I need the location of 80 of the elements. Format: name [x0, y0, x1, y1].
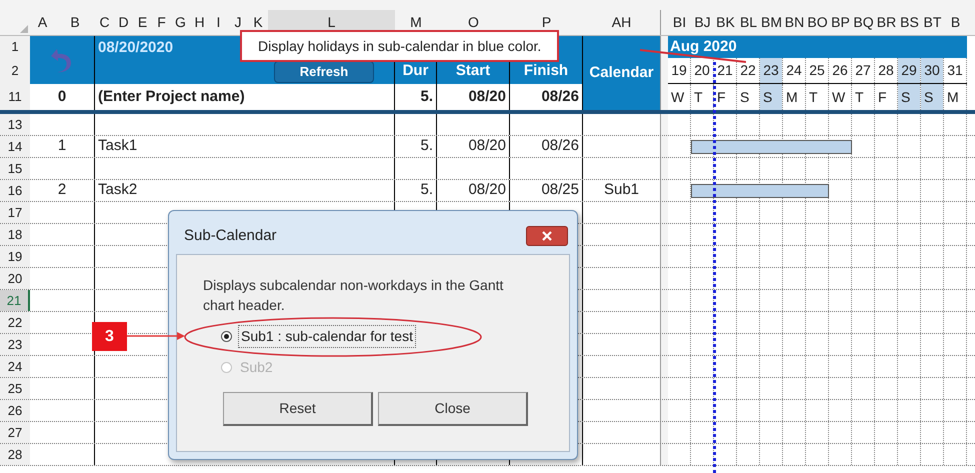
close-button[interactable]	[526, 226, 568, 246]
table-cell-text: 08/20	[468, 180, 506, 200]
row-header[interactable]: 28	[0, 444, 30, 465]
weekday-cell: S	[921, 84, 943, 110]
column-header[interactable]: BQ	[852, 10, 875, 35]
row-header[interactable]: 13	[0, 114, 30, 135]
row-header[interactable]: 21	[0, 290, 30, 311]
row-header[interactable]: 24	[0, 356, 30, 377]
radio-button[interactable]	[221, 331, 232, 342]
row-header[interactable]: 18	[0, 224, 30, 245]
row-header[interactable]: 1	[0, 36, 30, 58]
row-header[interactable]: 11	[0, 84, 30, 110]
header-cell: Finish	[510, 58, 582, 84]
refresh-button[interactable]: Refresh	[274, 61, 374, 83]
row-header[interactable]: 19	[0, 246, 30, 267]
dialog-button[interactable]: Reset	[223, 392, 373, 426]
table-cell-text: Sub1	[604, 180, 640, 200]
table-cell-text: 08/20	[468, 136, 506, 156]
column-header[interactable]: BS	[898, 10, 921, 35]
column-header[interactable]: I	[209, 10, 228, 35]
dialog-button[interactable]: Close	[378, 392, 528, 426]
row-header[interactable]: 22	[0, 312, 30, 333]
table-cell-text: 1	[58, 136, 66, 156]
row-header[interactable]: 25	[0, 378, 30, 399]
column-header[interactable]: BJ	[691, 10, 714, 35]
column-header[interactable]: G	[171, 10, 190, 35]
date-cell: 29	[898, 58, 920, 83]
column-header[interactable]: H	[190, 10, 209, 35]
close-icon	[542, 231, 552, 241]
column-header[interactable]: BM	[760, 10, 783, 35]
column-header[interactable]: AH	[583, 10, 660, 35]
select-all-corner-icon[interactable]	[20, 25, 28, 33]
table-cell-text: 5.	[420, 136, 433, 156]
column-header[interactable]: BO	[806, 10, 829, 35]
column-header[interactable]: BT	[921, 10, 944, 35]
column-header[interactable]: D	[114, 10, 133, 35]
step-badge: 3	[92, 322, 127, 351]
table-cell-text: Task1	[98, 136, 138, 156]
column-header[interactable]: BP	[829, 10, 852, 35]
row-header[interactable]: 15	[0, 158, 30, 179]
column-header[interactable]: BR	[875, 10, 898, 35]
column-header[interactable]: B	[944, 10, 967, 35]
table-cell-text: 08/20	[467, 86, 507, 107]
table-cell-text: (Enter Project name)	[97, 86, 246, 107]
date-cell: 30	[921, 58, 943, 83]
column-header[interactable]: F	[152, 10, 171, 35]
dialog-description: Displays subcalendar non-workdays in the Gantt chart header.	[203, 276, 504, 315]
holiday-tooltip: Display holidays in sub-calendar in blue color.	[240, 30, 560, 62]
row-header[interactable]: 17	[0, 202, 30, 223]
date-cell: 23	[760, 58, 782, 83]
table-cell-text: Task2	[98, 180, 138, 200]
column-header[interactable]: BK	[714, 10, 737, 35]
row-header[interactable]: 2	[0, 58, 30, 84]
weekday-cell: S	[760, 84, 782, 110]
row-header[interactable]: 23	[0, 334, 30, 355]
row-header[interactable]: 27	[0, 422, 30, 443]
column-header[interactable]: C	[95, 10, 114, 35]
weekday-cell: S	[898, 84, 920, 110]
table-cell-text: 0	[56, 86, 68, 107]
row-header[interactable]: 14	[0, 136, 30, 157]
row-header[interactable]: 20	[0, 268, 30, 289]
header-date: 08/20/2020	[98, 38, 174, 58]
column-header[interactable]: A	[30, 10, 55, 35]
column-header[interactable]: BN	[783, 10, 806, 35]
header-cell: Calendar	[583, 58, 660, 110]
row-header[interactable]: 16	[0, 180, 30, 201]
row-header[interactable]: 26	[0, 400, 30, 421]
table-cell-text: 5.	[420, 180, 433, 200]
column-header[interactable]: E	[133, 10, 152, 35]
column-header[interactable]: BL	[737, 10, 760, 35]
header-cell: Aug 2020	[668, 36, 967, 58]
table-cell-text: 08/26	[541, 136, 579, 156]
table-cell-text: 08/26	[540, 86, 580, 107]
table-cell-text: 08/25	[541, 180, 579, 200]
pointer-arrow	[127, 331, 185, 341]
dialog-title: Sub-Calendar	[184, 226, 277, 246]
table-cell-text: 5.	[419, 86, 434, 107]
table-cell-text: 2	[58, 180, 66, 200]
column-header[interactable]: BI	[668, 10, 691, 35]
column-header[interactable]: B	[55, 10, 95, 35]
